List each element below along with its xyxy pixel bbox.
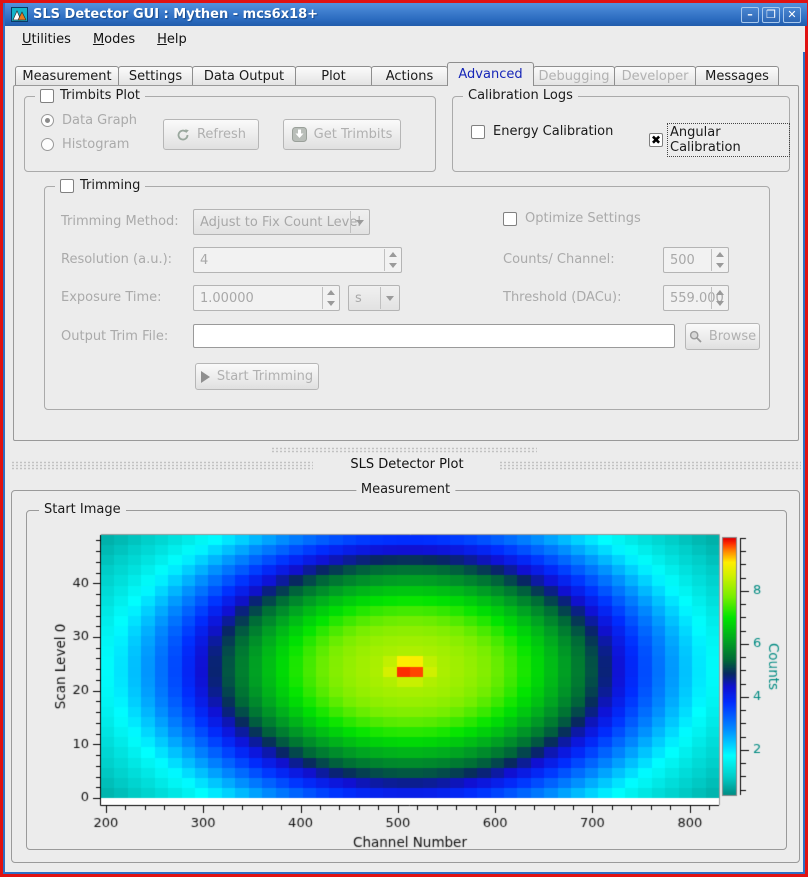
spin-down-icon[interactable]	[389, 263, 397, 268]
plot-dock-title: SLS Detector Plot	[3, 457, 808, 472]
exposure-time-label: Exposure Time:	[61, 290, 162, 305]
calibration-logs-title: Calibration Logs	[468, 88, 573, 103]
splitter-handle[interactable]	[271, 447, 537, 453]
energy-calibration-checkbox[interactable]	[471, 125, 485, 139]
resolution-spinbox[interactable]: 4	[193, 247, 402, 273]
optimize-settings-checkbox[interactable]	[503, 212, 517, 226]
spin-down-icon[interactable]	[716, 301, 724, 306]
start-image-title: Start Image	[44, 502, 121, 517]
menu-utilities[interactable]: Utilities	[13, 29, 80, 50]
optimize-settings-label: Optimize Settings	[525, 211, 641, 226]
trimming-title: Trimming	[80, 178, 140, 193]
tab-messages[interactable]: Messages	[695, 66, 779, 86]
trimbits-plot-title: Trimbits Plot	[60, 88, 140, 103]
download-icon	[292, 127, 307, 142]
title-bar[interactable]: SLS Detector GUI : Mythen - mcs6x18+ – ❐…	[5, 3, 807, 26]
histogram-label: Histogram	[62, 137, 129, 152]
tab-bar: Measurement Settings Data Output Plot Ac…	[15, 62, 799, 86]
spin-up-icon[interactable]	[716, 290, 724, 295]
maximize-button[interactable]: ❐	[762, 7, 780, 23]
start-image-group: Start Image	[26, 510, 787, 850]
tab-advanced[interactable]: Advanced	[447, 62, 534, 86]
tab-measurement[interactable]: Measurement	[15, 66, 119, 86]
minimize-icon: –	[747, 9, 753, 20]
close-button[interactable]: ✕	[783, 7, 801, 23]
counts-channel-spinbox[interactable]: 500	[663, 247, 729, 273]
close-icon: ✕	[787, 9, 796, 20]
tab-plot[interactable]: Plot	[295, 66, 372, 86]
spin-up-icon[interactable]	[716, 252, 724, 257]
trimbits-plot-checkbox[interactable]	[40, 89, 54, 103]
trimming-method-label: Trimming Method:	[61, 214, 179, 229]
trimming-group: Trimming Trimming Method: Adjust to Fix …	[44, 186, 770, 410]
measurement-title: Measurement	[361, 482, 450, 497]
tab-debugging: Debugging	[533, 66, 615, 86]
trimbits-plot-group: Trimbits Plot Data Graph Histogram Refre…	[24, 96, 436, 172]
dropdown-arrow-icon	[380, 287, 398, 309]
angular-calibration-label: Angular Calibration	[668, 124, 789, 156]
output-trim-file-label: Output Trim File:	[61, 329, 168, 344]
magnifier-icon	[689, 330, 702, 343]
get-trimbits-button[interactable]: Get Trimbits	[283, 119, 401, 150]
refresh-button[interactable]: Refresh	[163, 119, 259, 150]
spin-up-icon[interactable]	[327, 290, 335, 295]
resolution-label: Resolution (a.u.):	[61, 252, 172, 267]
tab-actions[interactable]: Actions	[371, 66, 448, 86]
angular-calibration-checkbox[interactable]: ✖	[649, 133, 663, 147]
menu-help[interactable]: Help	[148, 29, 196, 50]
advanced-tab-page: Trimbits Plot Data Graph Histogram Refre…	[13, 85, 799, 441]
refresh-icon	[176, 128, 190, 142]
spin-down-icon[interactable]	[716, 263, 724, 268]
counts-channel-label: Counts/ Channel:	[503, 252, 615, 267]
histogram-radio[interactable]	[41, 138, 54, 151]
application-window: SLS Detector GUI : Mythen - mcs6x18+ – ❐…	[0, 0, 808, 877]
trimming-checkbox[interactable]	[60, 179, 74, 193]
tab-settings[interactable]: Settings	[118, 66, 193, 86]
spin-up-icon[interactable]	[389, 252, 397, 257]
exposure-unit-combo[interactable]: s	[348, 285, 400, 311]
measurement-group: Measurement Start Image	[11, 490, 800, 863]
spin-down-icon[interactable]	[327, 301, 335, 306]
data-graph-label: Data Graph	[62, 113, 137, 128]
trimming-method-combo[interactable]: Adjust to Fix Count Level	[193, 209, 370, 235]
maximize-icon: ❐	[766, 9, 776, 20]
calibration-logs-group: Calibration Logs Energy Calibration ✖ An…	[452, 96, 790, 172]
minimize-button[interactable]: –	[741, 7, 759, 23]
menu-bar: Utilities Modes Help	[5, 26, 805, 52]
threshold-label: Threshold (DACu):	[503, 290, 622, 305]
menu-modes[interactable]: Modes	[84, 29, 144, 50]
app-icon	[11, 7, 28, 22]
output-trim-file-input[interactable]	[193, 324, 675, 348]
browse-button[interactable]: Browse	[685, 323, 760, 350]
tab-developer: Developer	[614, 66, 696, 86]
data-graph-radio[interactable]	[41, 114, 54, 127]
play-icon	[201, 371, 210, 383]
exposure-time-spinbox[interactable]: 1.00000	[193, 285, 340, 311]
tab-data-output[interactable]: Data Output	[192, 66, 296, 86]
window-title: SLS Detector GUI : Mythen - mcs6x18+	[33, 7, 741, 22]
dropdown-arrow-icon	[350, 211, 368, 233]
detector-heatmap-canvas[interactable]	[39, 523, 784, 853]
threshold-spinbox[interactable]: 559.000	[663, 285, 729, 311]
energy-calibration-label: Energy Calibration	[493, 124, 613, 139]
start-trimming-button[interactable]: Start Trimming	[195, 363, 319, 390]
